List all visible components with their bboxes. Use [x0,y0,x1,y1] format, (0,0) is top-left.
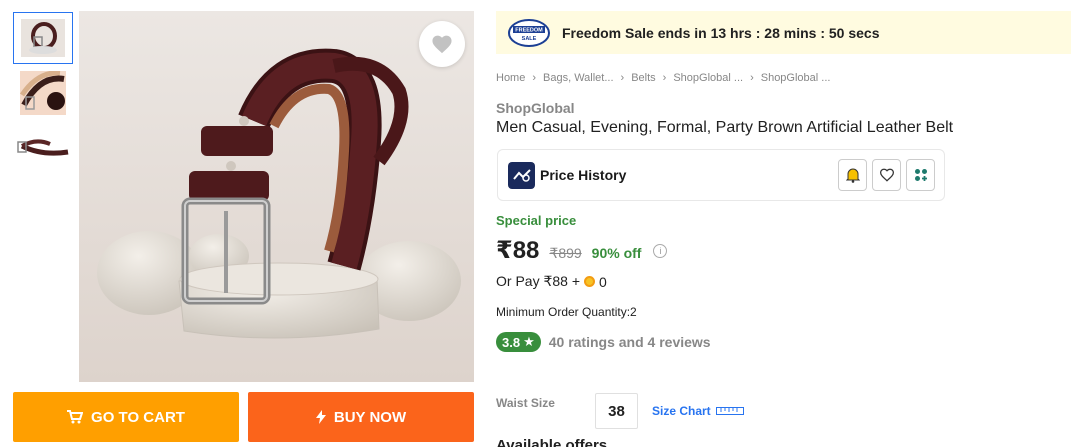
price-history-actions [838,159,935,191]
product-title: Men Casual, Evening, Formal, Party Brown… [496,119,954,136]
thumbnail-1[interactable] [13,12,73,64]
size-option[interactable]: 38 [595,393,638,429]
chevron-right-icon: › [662,72,667,84]
info-icon[interactable]: i [653,243,668,258]
thumbnail-2[interactable] [13,67,73,119]
freedom-sale-badge-icon: FREEDOM SALE [508,18,550,47]
chevron-right-icon: › [750,72,754,84]
breadcrumb-item[interactable]: Bags, Wallet... [543,72,614,84]
star-icon: ★ [523,334,535,349]
price-history-logo-icon [508,161,535,189]
heart-outline-icon [879,168,894,182]
buy-now-label: BUY NOW [333,408,407,426]
price-row: ₹88 ₹899 90% off i [496,236,668,265]
alert-button[interactable] [838,159,867,191]
chevron-right-icon: › [532,72,537,84]
cart-icon [67,410,84,424]
belt-thumbnail-2-icon [20,71,66,115]
mrp-price: ₹899 [549,245,582,261]
supercoin-icon [584,276,595,287]
or-pay-coins: 0 [599,273,607,290]
size-chart-link[interactable]: Size Chart [652,404,744,418]
sale-banner: FREEDOM SALE Freedom Sale ends in 13 hrs… [496,11,1071,54]
bell-icon [845,168,860,183]
breadcrumb-item[interactable]: Belts [631,72,655,84]
go-to-cart-label: GO TO CART [91,408,185,426]
discount-text: 90% off [591,245,642,261]
rating-badge[interactable]: 3.8 ★ [496,332,541,352]
belt-thumbnail-3-icon [17,139,69,156]
rating-value: 3.8 [502,334,521,350]
badge-line1: FREEDOM [515,27,543,33]
chevron-right-icon: › [620,72,625,84]
size-label: Waist Size [496,396,555,410]
thumbnail-list [13,12,73,177]
available-offers-heading: Available offers [496,437,608,447]
price-history-card[interactable]: Price History [497,149,945,201]
ruler-icon [715,407,744,415]
heart-icon [432,35,452,54]
selling-price: ₹88 [496,237,540,264]
product-image[interactable] [79,11,474,382]
sale-countdown-text: Freedom Sale ends in 13 hrs : 28 mins : … [562,24,880,41]
grid-plus-icon [914,169,927,181]
special-price-label: Special price [496,213,577,228]
or-pay-text: Or Pay ₹88 + [496,273,580,289]
thumbnail-3[interactable] [13,122,73,174]
minimum-order-quantity: Minimum Order Quantity:2 [496,305,637,319]
breadcrumb-item[interactable]: ShopGlobal ... [761,72,831,84]
breadcrumb-item[interactable]: Home [496,72,525,84]
breadcrumb: Home › Bags, Wallet... › Belts › ShopGlo… [496,72,830,84]
badge-line2: SALE [522,36,537,42]
rating-row[interactable]: 3.8 ★ 40 ratings and 4 reviews [496,332,711,352]
brand-name[interactable]: ShopGlobal [496,100,575,116]
wishlist-button[interactable] [419,21,465,67]
or-pay-row: Or Pay ₹88 + 0 [496,273,607,290]
brown-belt-on-rocks-icon [79,11,474,382]
ratings-reviews-text[interactable]: 40 ratings and 4 reviews [549,334,711,350]
lightning-icon [315,410,326,424]
compare-button[interactable] [906,159,935,191]
belt-thumbnail-1-icon [21,19,65,57]
wishlist-track-button[interactable] [872,159,901,191]
go-to-cart-button[interactable]: GO TO CART [13,392,239,442]
breadcrumb-item[interactable]: ShopGlobal ... [673,72,743,84]
size-chart-label: Size Chart [652,404,711,418]
buy-now-button[interactable]: BUY NOW [248,392,474,442]
price-history-label: Price History [540,167,627,183]
